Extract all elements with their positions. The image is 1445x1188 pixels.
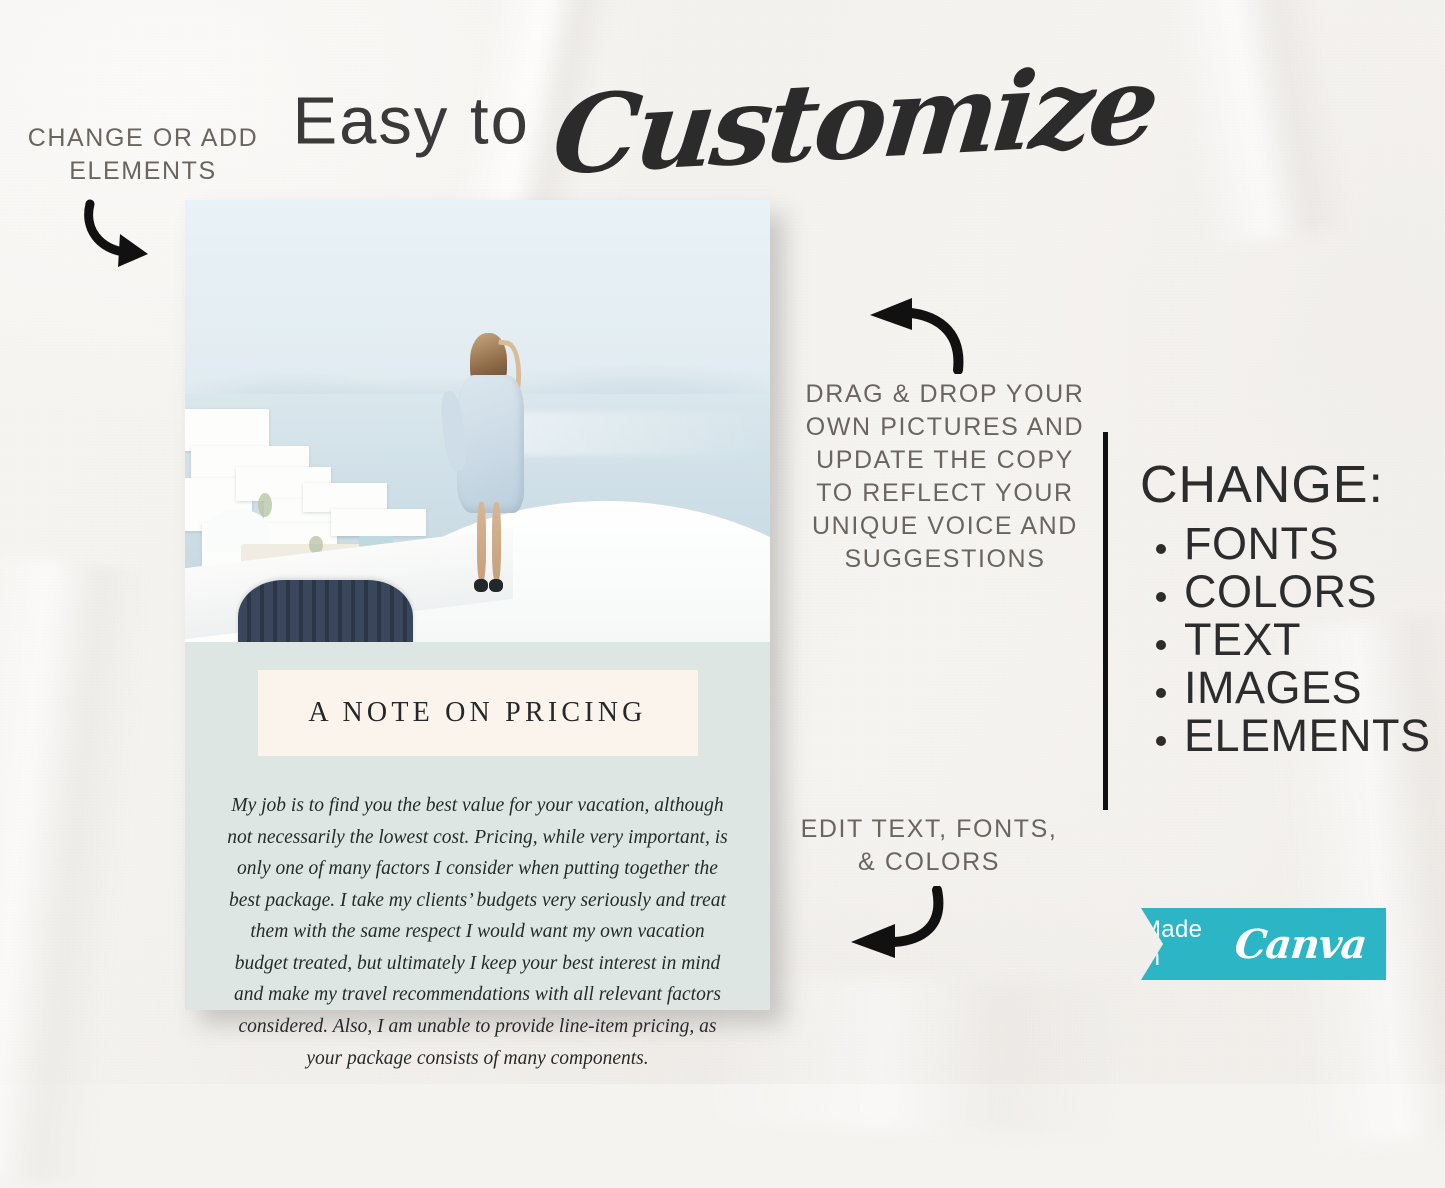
list-item: FONTS bbox=[1140, 521, 1440, 567]
figure-shirt bbox=[456, 375, 524, 513]
change-panel-title: CHANGE: bbox=[1140, 456, 1384, 514]
template-card: A NOTE ON PRICING My job is to find you … bbox=[185, 200, 770, 1069]
photo-railing bbox=[237, 580, 414, 642]
photo-building bbox=[185, 408, 270, 452]
figure-shoe bbox=[489, 579, 504, 593]
list-item: TEXT bbox=[1140, 616, 1440, 663]
list-item: IMAGES bbox=[1140, 664, 1440, 711]
list-item: COLORS bbox=[1140, 568, 1440, 615]
curved-arrow-down-right-icon bbox=[84, 199, 148, 267]
vertical-divider bbox=[1103, 432, 1108, 810]
annotation-edit-text: EDIT TEXT, FONTS, & COLORS bbox=[800, 815, 1058, 876]
figure-leg bbox=[492, 502, 502, 582]
card-photo bbox=[185, 200, 770, 642]
made-in-canva-badge[interactable]: Made in Canva bbox=[1141, 908, 1386, 980]
change-panel: CHANGE: FONTS COLORS TEXT IMAGES ELEMENT… bbox=[1140, 455, 1440, 760]
page-title-script: Customize bbox=[547, 42, 1162, 200]
card-body-text: My job is to find you the best value for… bbox=[227, 795, 728, 1069]
badge-canva-wordmark: Canva bbox=[1232, 920, 1369, 968]
photo-figure bbox=[438, 332, 539, 598]
figure-leg bbox=[477, 502, 487, 582]
card-title-band: A NOTE ON PRICING bbox=[257, 670, 698, 756]
photo-building bbox=[331, 509, 427, 536]
photo-building bbox=[302, 482, 388, 513]
curved-arrow-down-left-icon bbox=[851, 886, 944, 958]
page-title-plain: Easy to bbox=[292, 83, 530, 159]
annotation-drag-drop: DRAG & DROP YOUR OWN PICTURES AND UPDATE… bbox=[805, 380, 1085, 573]
card-title: A NOTE ON PRICING bbox=[308, 697, 647, 728]
change-panel-list: FONTS COLORS TEXT IMAGES ELEMENTS bbox=[1140, 521, 1440, 758]
list-item: ELEMENTS bbox=[1140, 712, 1440, 759]
figure-shoe bbox=[474, 579, 489, 593]
annotation-change-elements: CHANGE OR ADD ELEMENTS bbox=[27, 124, 259, 185]
curved-arrow-up-left-icon bbox=[870, 298, 964, 374]
